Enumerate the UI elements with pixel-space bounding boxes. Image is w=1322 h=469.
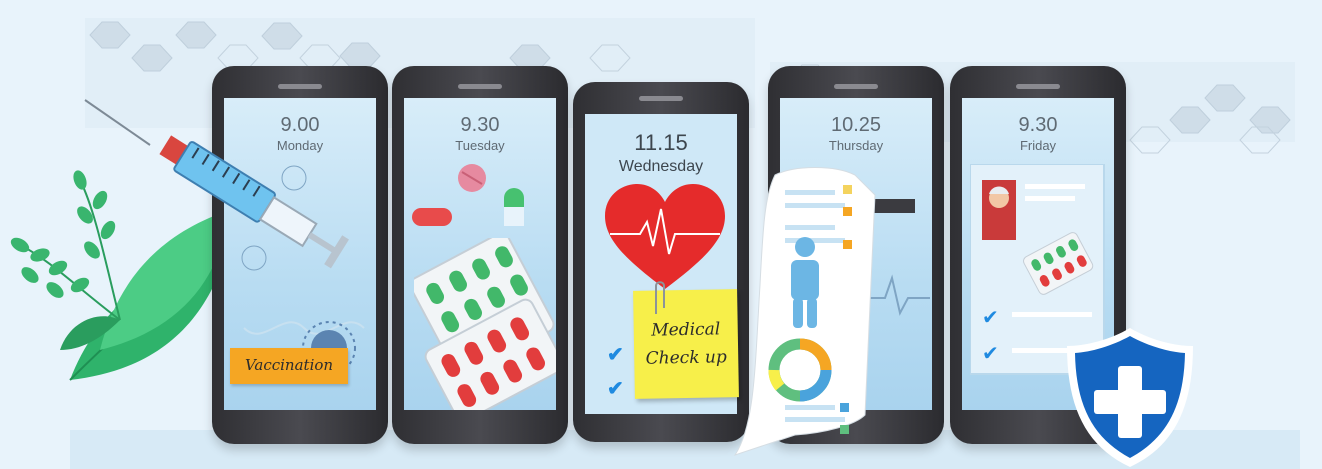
phone-speaker [1016, 84, 1060, 89]
shield-plus-icon [1067, 328, 1193, 467]
phone-time: 11.15 [634, 130, 688, 155]
phone-time: 9.30 [1018, 114, 1058, 136]
vaccination-sticky-note: Vaccination [230, 348, 348, 384]
phone-day: Thursday [828, 138, 884, 153]
phone-speaker [834, 84, 878, 89]
phone-time: 10.25 [830, 114, 882, 136]
checkmark-icon: ✔ [607, 378, 624, 400]
medical-report-icon [733, 167, 915, 456]
phone-time: 9.30 [460, 114, 500, 136]
phone-speaker [639, 96, 683, 101]
svg-text:✔: ✔ [982, 305, 999, 329]
syringe-icon [84, 99, 349, 269]
medical-schedule-illustration: 9.00 Monday Vaccination 9.30 Tuesday 11.… [0, 0, 1322, 469]
phone-speaker [458, 84, 502, 89]
phone-day: Tuesday [455, 138, 505, 153]
phone-day: Friday [1019, 138, 1057, 153]
paperclip-icon [655, 281, 665, 314]
phone-screen: 9.30 Tuesday [404, 98, 556, 410]
phone-speaker [278, 84, 322, 89]
phone-tuesday: 9.30 Tuesday [392, 66, 568, 444]
blister-pack-icon [414, 238, 556, 410]
checkmark-icon: ✔ [607, 344, 624, 366]
vaccination-label: Vaccination [244, 356, 334, 374]
svg-text:✔: ✔ [982, 341, 999, 365]
